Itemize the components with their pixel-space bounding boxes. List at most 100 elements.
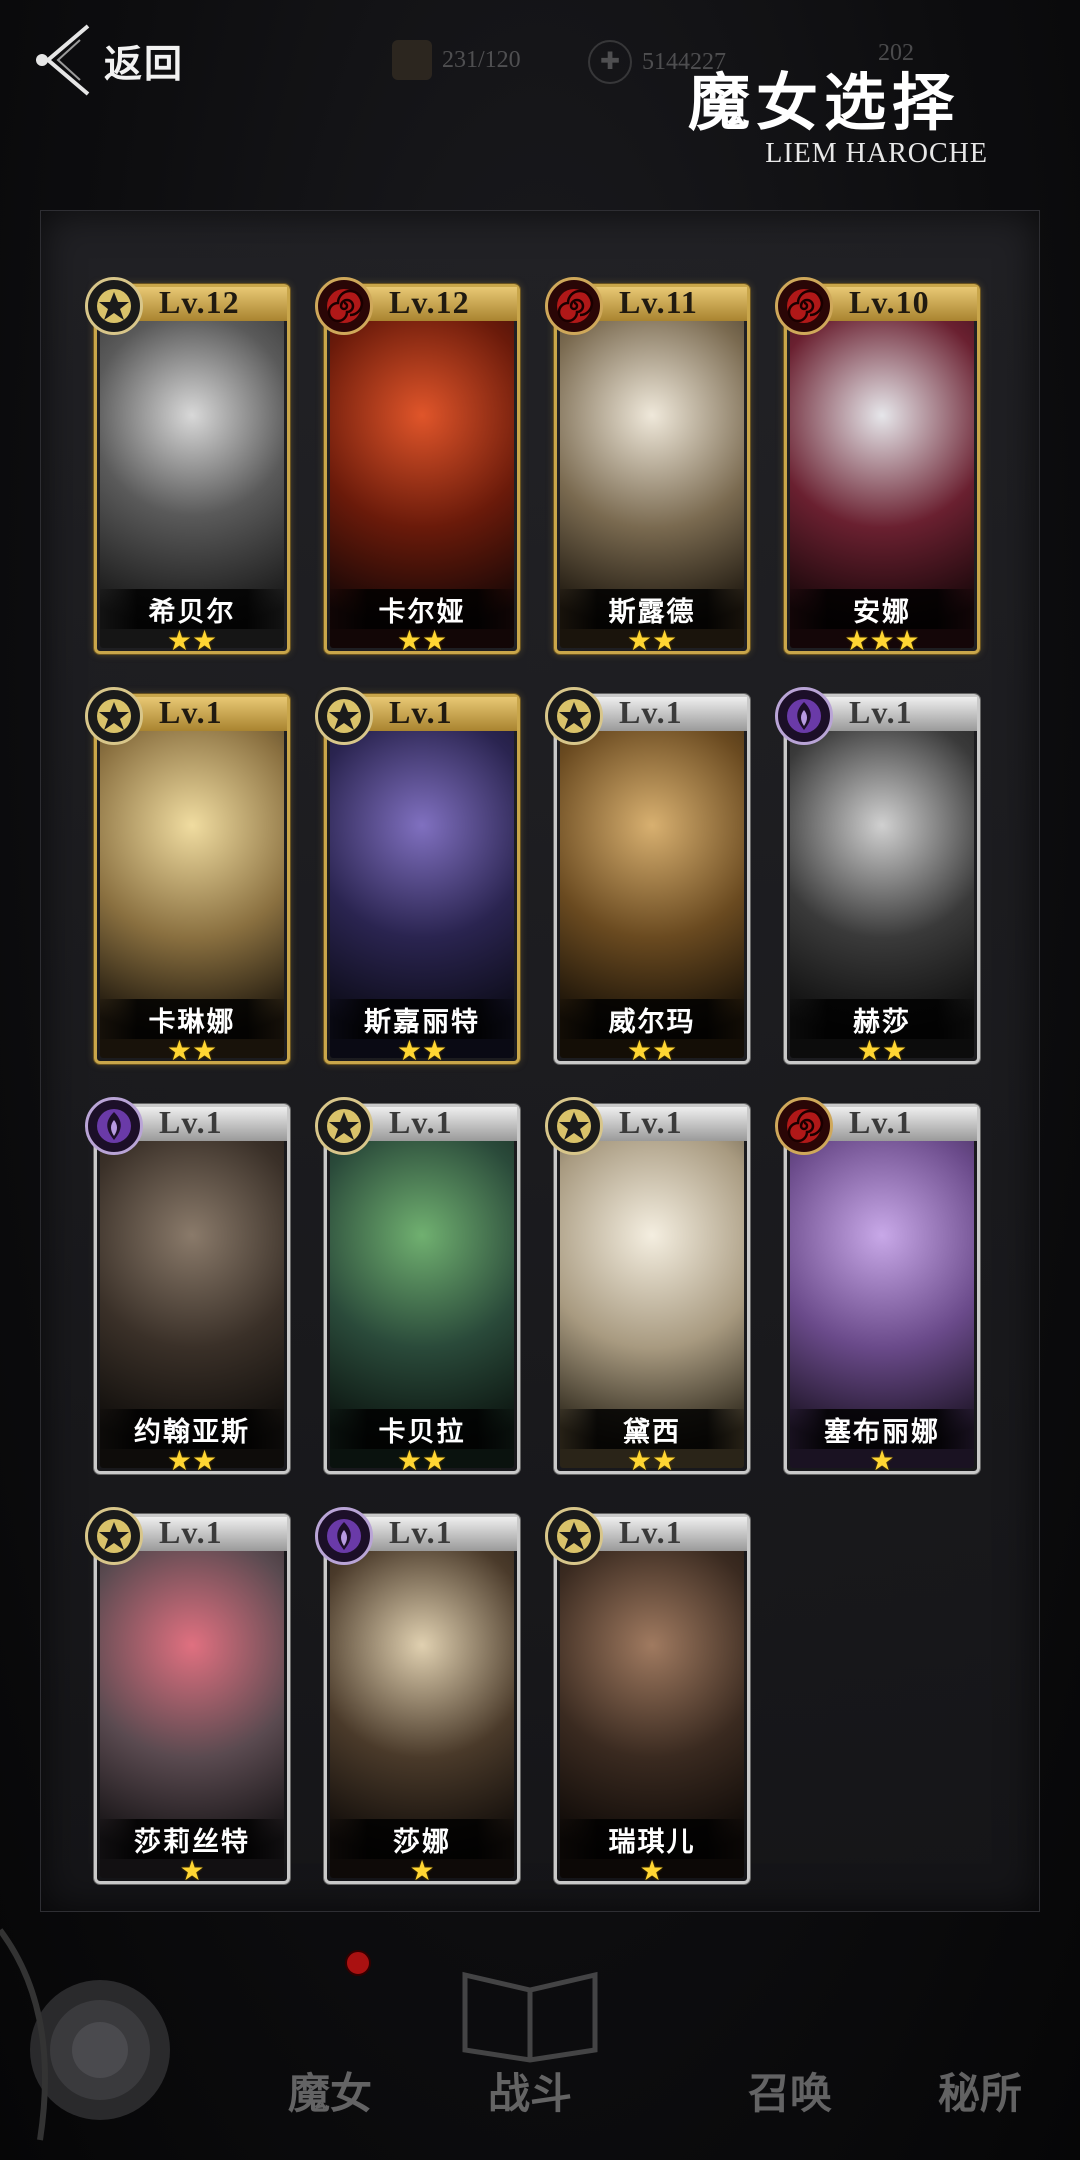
witch-card[interactable]: Lv.1 莎莉丝特 ★ [85,1507,290,1887]
flame-attribute-icon [775,687,833,745]
name-bar: 黛西 [560,1409,744,1449]
name-bar: 卡尔娅 [330,589,514,629]
witch-name: 瑞琪儿 [608,1826,696,1858]
book-icon [462,1971,598,2063]
witch-name: 莎莉丝特 [134,1826,250,1858]
witch-card[interactable]: Lv.1 斯嘉丽特 ★★ [315,687,520,1067]
witch-name: 约翰亚斯 [134,1416,250,1448]
witch-name: 威尔玛 [608,1006,696,1038]
name-bar: 赫莎 [790,999,974,1039]
star-rating: ★ [639,1854,665,1887]
witch-card[interactable]: Lv.1 黛西 ★★ [545,1097,750,1477]
level-label: Lv.1 [159,1514,223,1550]
name-bar: 莎莉丝特 [100,1819,284,1859]
star-attribute-icon [315,1097,373,1155]
witch-card[interactable]: Lv.1 威尔玛 ★★ [545,687,750,1067]
witch-name: 卡琳娜 [148,1006,236,1038]
level-label: Lv.1 [849,694,913,730]
witch-card[interactable]: Lv.1 卡琳娜 ★★ [85,687,290,1067]
name-bar: 斯嘉丽特 [330,999,514,1039]
witch-card[interactable]: Lv.12 卡尔娅 ★★ [315,277,520,657]
witch-card[interactable]: Lv.1 塞布丽娜 ★ [775,1097,980,1475]
name-bar: 卡琳娜 [100,999,284,1039]
flame-attribute-icon [85,1097,143,1155]
star-rating: ★★ [396,624,448,657]
nav-sanctum[interactable]: 秘所 [905,1935,1055,2135]
rose-decoration-icon [0,1928,170,2141]
cards-icon [392,40,432,80]
cross-icon: ✚ [588,40,632,84]
name-bar: 莎娜 [330,1819,514,1859]
name-bar: 约翰亚斯 [100,1409,284,1449]
witch-name: 黛西 [623,1416,681,1448]
level-label: Lv.1 [619,1514,683,1550]
level-label: Lv.1 [389,1104,453,1140]
witch-card[interactable]: Lv.1 约翰亚斯 ★★ [85,1097,290,1477]
card-resource: 231/120 [392,40,521,80]
level-label: Lv.1 [389,1514,453,1550]
name-bar: 斯露德 [560,589,744,629]
star-rating: ★ [179,1854,205,1887]
star-rating: ★ [409,1854,435,1887]
name-bar: 安娜 [790,589,974,629]
witch-name: 斯露德 [608,596,696,628]
nav-witch[interactable]: 魔女 [255,1935,405,2135]
page-title: 魔女选择 [687,66,960,139]
nav-witch-label: 魔女 [287,2069,372,2118]
back-button[interactable]: 返回 [30,20,184,100]
witch-name: 斯嘉丽特 [364,1006,480,1038]
nav-battle-label: 战斗 [487,2069,572,2118]
level-label: Lv.1 [619,1104,683,1140]
star-rating: ★★ [166,624,218,657]
name-bar: 威尔玛 [560,999,744,1039]
card-resource-value: 231/120 [442,46,521,73]
level-label: Lv.11 [619,284,698,320]
name-bar: 卡贝拉 [330,1409,514,1449]
witch-card[interactable]: Lv.11 斯露德 ★★ [545,277,750,657]
spiral-attribute-icon [545,277,603,335]
back-arrow-icon [36,24,90,96]
witch-name: 卡贝拉 [378,1416,466,1448]
level-label: Lv.12 [389,284,470,320]
name-bar: 瑞琪儿 [560,1819,744,1859]
star-rating: ★★ [396,1444,448,1477]
level-label: Lv.12 [159,284,240,320]
witch-name: 安娜 [853,596,911,628]
nav-battle[interactable]: 战斗 [455,1935,605,2135]
top-bar: 返回 231/120 ✚ 5144227 202 魔女选择 LIEM HAROC… [0,0,1080,200]
name-bar: 塞布丽娜 [790,1409,974,1449]
witch-name: 赫莎 [853,1006,911,1038]
nav-summon-label: 召唤 [747,2069,832,2118]
witch-card[interactable]: Lv.12 希贝尔 ★★ [85,277,290,657]
spiral-attribute-icon [315,277,373,335]
star-attribute-icon [85,277,143,335]
name-bar: 希贝尔 [100,589,284,629]
back-label: 返回 [104,40,185,86]
star-rating: ★★ [626,1444,678,1477]
nav-summon[interactable]: 召唤 [715,1935,865,2135]
star-rating: ★★ [396,1034,448,1067]
witch-name: 塞布丽娜 [824,1416,940,1448]
star-attribute-icon [315,687,373,745]
level-label: Lv.1 [619,694,683,730]
star-rating: ★★ [166,1034,218,1067]
level-label: Lv.1 [389,694,453,730]
star-rating: ★★ [626,1034,678,1067]
witch-card[interactable]: Lv.1 瑞琪儿 ★ [545,1507,750,1887]
star-attribute-icon [545,1507,603,1565]
star-rating: ★★ [166,1444,218,1477]
witch-card[interactable]: Lv.10 安娜 ★★★ [775,277,980,655]
star-attribute-icon [85,1507,143,1565]
page-subtitle: LIEM HAROCHE [765,138,988,169]
witch-card[interactable]: Lv.1 卡贝拉 ★★ [315,1097,520,1477]
witch-name: 莎娜 [393,1826,451,1858]
witch-name: 卡尔娅 [378,596,466,628]
witch-card[interactable]: Lv.1 赫莎 ★★ [775,687,980,1067]
star-attribute-icon [545,687,603,745]
nav-sanctum-label: 秘所 [937,2069,1022,2118]
spiral-attribute-icon [775,1097,833,1155]
star-rating: ★★ [856,1034,908,1067]
star-rating: ★★ [626,624,678,657]
level-label: Lv.1 [159,1104,223,1140]
witch-card[interactable]: Lv.1 莎娜 ★ [315,1507,520,1887]
